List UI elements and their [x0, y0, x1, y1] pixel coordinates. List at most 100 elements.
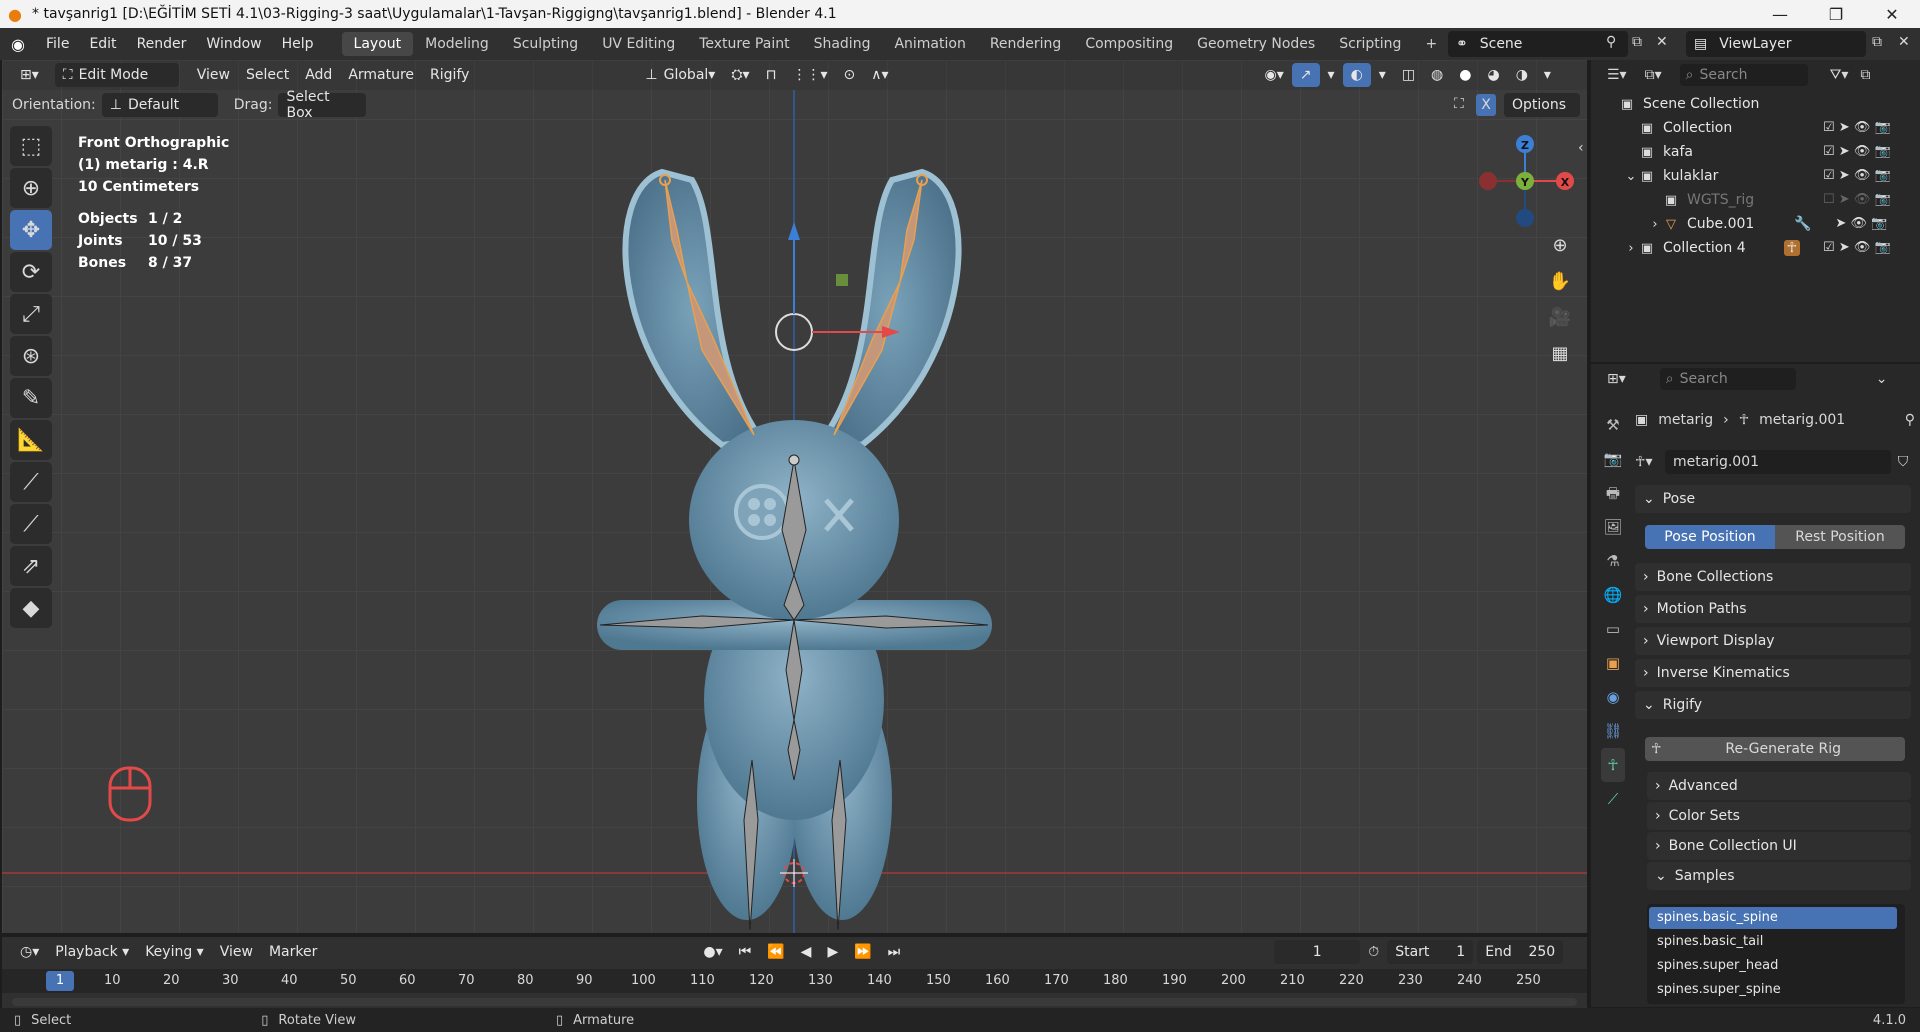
playhead-frame[interactable]: 1 [46, 971, 74, 991]
tab-shading[interactable]: Shading [802, 32, 883, 56]
bone-size-tool-icon[interactable]: ⟋ [10, 504, 52, 544]
outliner-editor-icon[interactable]: ☰▾ [1607, 67, 1627, 83]
bone-tab-icon[interactable]: ⟋ [1601, 782, 1625, 816]
checkbox-icon[interactable]: ☑ [1823, 168, 1835, 183]
properties-options-chevron-icon[interactable]: ⌄ [1876, 371, 1888, 387]
armature-browse-icon[interactable]: ☥▾ [1635, 454, 1665, 470]
sidebar-toggle-icon[interactable]: ‹ [1578, 140, 1584, 156]
viewlayer-selector[interactable]: ▤ ViewLayer [1686, 31, 1866, 57]
panel-samples[interactable]: ⌄ Samples [1647, 862, 1911, 890]
object-tab-icon[interactable]: ▣ [1601, 646, 1625, 680]
tab-modeling[interactable]: Modeling [413, 32, 501, 56]
constraints-tab-icon[interactable]: ⛓ [1601, 714, 1625, 748]
outliner-scene-collection[interactable]: ▣ Scene Collection [1591, 92, 1920, 116]
datablock-name-input[interactable]: metarig.001 [1665, 450, 1891, 474]
select-box-tool-icon[interactable]: ⬚ [10, 126, 52, 166]
menu-window[interactable]: Window [196, 28, 271, 60]
eye-icon[interactable]: 👁 [1854, 240, 1871, 255]
collection-tab-icon[interactable]: ▭ [1601, 612, 1625, 646]
eye-icon[interactable]: 👁 [1854, 168, 1871, 183]
remove-viewlayer-icon[interactable]: ✕ [1898, 34, 1910, 50]
armature-data-tab-icon[interactable]: ☥ [1601, 748, 1625, 782]
close-button[interactable]: ✕ [1864, 0, 1920, 28]
eye-icon[interactable]: 👁 [1854, 192, 1871, 207]
tab-geometry-nodes[interactable]: Geometry Nodes [1185, 32, 1327, 56]
gizmo-xz-plane[interactable] [836, 274, 848, 286]
pin-icon[interactable]: ⚲ [1905, 412, 1915, 428]
playback-menu[interactable]: Playback ▾ [47, 940, 137, 964]
camera-icon[interactable]: 📷 [1875, 192, 1891, 207]
eye-icon[interactable]: 👁 [1854, 120, 1871, 135]
filter-icon[interactable]: ⛛▾ [1830, 67, 1849, 83]
tab-uv-editing[interactable]: UV Editing [590, 32, 687, 56]
remove-scene-icon[interactable]: ✕ [1656, 34, 1668, 50]
gizmo-z-arrow[interactable] [788, 222, 800, 240]
new-viewlayer-icon[interactable]: ⧉ [1872, 34, 1882, 50]
panel-rigify[interactable]: ⌄ Rigify [1635, 691, 1911, 719]
record-icon[interactable]: ●▾ [695, 940, 730, 964]
sample-item[interactable]: spines.super_spine [1649, 979, 1897, 1001]
sample-item-selected[interactable]: spines.basic_spine [1649, 907, 1897, 929]
camera-view-icon[interactable]: 🎥 [1545, 302, 1575, 332]
select-arrow-icon[interactable]: ➤ [1839, 240, 1850, 255]
timeline-editor-icon[interactable]: ◷▾ [12, 940, 47, 964]
menu-render[interactable]: Render [127, 28, 197, 60]
menu-edit[interactable]: Edit [79, 28, 126, 60]
preview-range-icon[interactable]: ⏱ [1360, 940, 1387, 964]
camera-icon[interactable]: 📷 [1875, 168, 1891, 183]
pose-panel-header[interactable]: ⌄ Pose [1635, 485, 1911, 513]
tab-sculpting[interactable]: Sculpting [501, 32, 590, 56]
maximize-button[interactable]: ❐ [1808, 0, 1864, 28]
jump-start-icon[interactable]: ⏮ [731, 940, 760, 964]
pin-icon[interactable]: ⚲ [1606, 34, 1616, 50]
navigation-gizmo[interactable]: Z X Y [1479, 135, 1574, 227]
eye-icon[interactable]: 👁 [1850, 216, 1867, 231]
keying-menu[interactable]: Keying ▾ [137, 940, 212, 964]
minimize-button[interactable]: — [1752, 0, 1808, 28]
properties-search-input[interactable]: ⌕ Search [1659, 368, 1796, 390]
select-arrow-icon[interactable]: ➤ [1835, 216, 1846, 231]
next-keyframe-icon[interactable]: ⏩ [846, 940, 879, 964]
camera-icon[interactable]: 📷 [1875, 120, 1891, 135]
panel-advanced[interactable]: › Advanced [1647, 772, 1911, 800]
world-tab-icon[interactable]: 🌐 [1601, 578, 1625, 612]
timeline-view-menu[interactable]: View [212, 940, 261, 964]
extrude-tool-icon[interactable]: ⇗ [10, 546, 52, 586]
timeline-scrollbar[interactable] [12, 998, 1577, 1006]
3d-viewport[interactable]: ⊞▾ ⛶ Edit Mode View Select Add Armature R… [2, 60, 1587, 933]
transform-tool-icon[interactable]: ⊛ [10, 336, 52, 376]
display-mode-icon[interactable]: ⧉▾ [1645, 67, 1662, 83]
current-frame-field[interactable]: 1 [1274, 940, 1361, 964]
sample-item[interactable]: spines.super_head [1649, 955, 1897, 977]
datablock-selector[interactable]: ☥▾ metarig.001 ⛉ [1635, 450, 1915, 474]
panel-inverse-kinematics[interactable]: › Inverse Kinematics [1635, 659, 1911, 687]
panel-bone-collections[interactable]: › Bone Collections [1635, 563, 1911, 591]
zoom-icon[interactable]: ⊕ [1545, 230, 1575, 260]
physics-tab-icon[interactable]: ◉ [1601, 680, 1625, 714]
select-arrow-icon[interactable]: ➤ [1839, 120, 1850, 135]
jump-end-icon[interactable]: ⏭ [880, 940, 909, 964]
tab-animation[interactable]: Animation [882, 32, 977, 56]
envelope-tool-icon[interactable]: ◆ [10, 588, 52, 628]
add-workspace-button[interactable]: + [1413, 32, 1449, 56]
tab-rendering[interactable]: Rendering [978, 32, 1074, 56]
start-frame-field[interactable]: Start 1 [1387, 940, 1474, 964]
roll-tool-icon[interactable]: ⟋ [10, 462, 52, 502]
panel-bone-collection-ui[interactable]: › Bone Collection UI [1647, 832, 1911, 860]
pose-position-button[interactable]: Pose Position [1645, 525, 1775, 549]
eye-icon[interactable]: 👁 [1854, 144, 1871, 159]
play-icon[interactable]: ▶ [819, 940, 846, 964]
frame-ruler[interactable]: 1 10 20 30 40 50 60 70 80 90 100 110 120… [2, 969, 1587, 993]
menu-help[interactable]: Help [272, 28, 324, 60]
scene-selector[interactable]: ⚭ Scene [1448, 31, 1628, 57]
menu-file[interactable]: File [36, 28, 79, 60]
outliner-search-input[interactable]: ⌕ Search [1679, 64, 1808, 86]
annotate-tool-icon[interactable]: ✎ [10, 378, 52, 418]
end-frame-field[interactable]: End 250 [1477, 940, 1564, 964]
move-tool-icon[interactable]: ✥ [10, 210, 52, 250]
camera-icon[interactable]: 📷 [1875, 240, 1891, 255]
tool-tab-icon[interactable]: ⚒ [1601, 408, 1625, 442]
expand-chevron-icon[interactable]: › [1647, 217, 1663, 232]
cursor-tool-icon[interactable]: ⊕ [10, 168, 52, 208]
new-scene-icon[interactable]: ⧉ [1632, 34, 1642, 50]
